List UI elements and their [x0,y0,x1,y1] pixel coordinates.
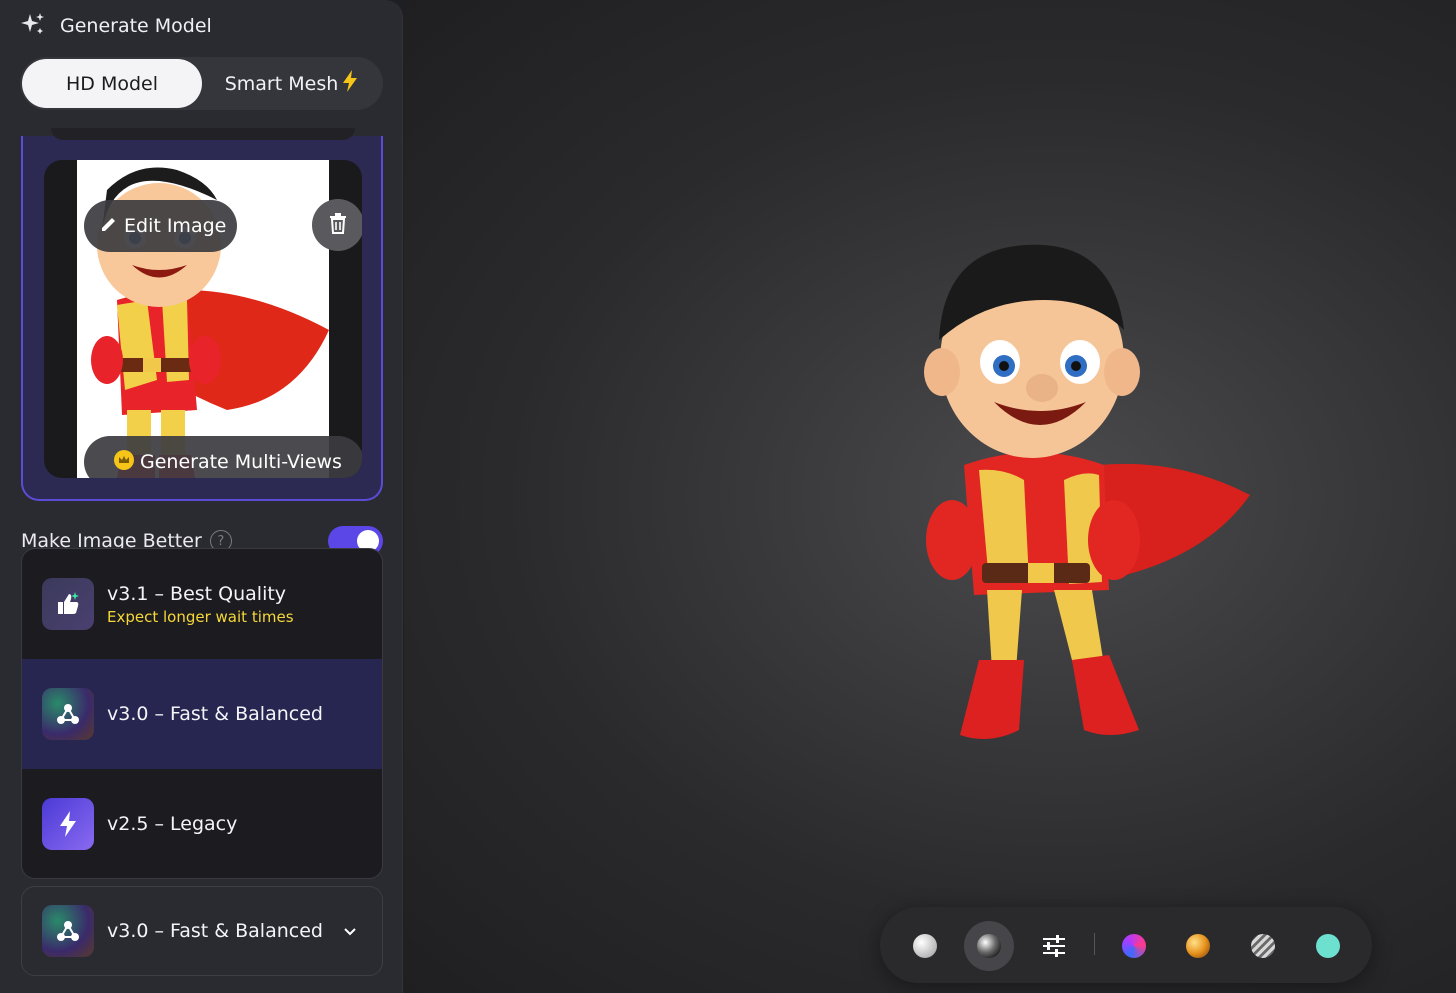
edit-image-button[interactable]: Edit Image [84,200,237,252]
scrolled-element-edge [51,128,355,140]
menu-item-subtitle: Expect longer wait times [107,607,294,626]
tab-hd-model-label: HD Model [65,72,158,95]
generate-multiviews-label: Generate Multi-Views [140,451,342,473]
thumbs-up-icon [42,578,94,630]
delete-image-button[interactable] [312,199,362,251]
sparkle-icon [20,11,46,42]
model-viewport[interactable] [404,0,1456,993]
orange-sphere[interactable] [1173,921,1223,971]
menu-item-title: v3.0 – Fast & Balanced [107,703,323,725]
panel-header: Generate Model [20,12,212,40]
menu-item-title: v2.5 – Legacy [107,813,238,835]
crown-icon [114,449,134,475]
generate-multiviews-button[interactable]: Generate Multi-Views [84,436,362,478]
white-matte-sphere[interactable] [900,921,950,971]
tab-smart-mesh-label: Smart Mesh [224,72,339,95]
menu-item-v31[interactable]: v3.1 – Best Quality Expect longer wait t… [22,549,382,659]
toolbar-divider [1094,933,1095,955]
pencil-icon [100,215,118,238]
sliders-icon[interactable] [1029,921,1079,971]
tab-hd-model[interactable]: HD Model [22,59,202,108]
lightning-icon [342,70,358,97]
menu-item-v30[interactable]: v3.0 – Fast & Balanced [22,659,382,769]
trash-icon [328,212,348,238]
menu-item-v25[interactable]: v2.5 – Legacy [22,769,382,878]
model-version-select[interactable]: v3.0 – Fast & Balanced [21,886,383,976]
network-icon [42,688,94,740]
select-value: v3.0 – Fast & Balanced [107,920,323,942]
model-version-menu: v3.1 – Best Quality Expect longer wait t… [21,548,383,879]
material-toolbar [880,907,1372,983]
chrome-sphere[interactable] [964,921,1014,971]
generate-panel: Generate Model HD Model Smart Mesh Edit … [0,0,403,993]
tab-smart-mesh[interactable]: Smart Mesh [202,59,381,108]
model-render [924,244,1250,739]
network-icon [42,905,94,957]
mode-tabs: HD Model Smart Mesh [20,57,383,110]
image-preview: Edit Image Generate Multi-Views [44,160,362,478]
menu-item-title: v3.1 – Best Quality [107,582,287,605]
image-upload-card: Edit Image Generate Multi-Views [21,128,383,501]
lightning-icon [42,798,94,850]
gradient-sphere[interactable] [1109,921,1159,971]
gray-sphere[interactable] [1238,921,1288,971]
edit-image-label: Edit Image [124,215,227,237]
chevron-down-icon [342,923,358,943]
panel-title: Generate Model [60,15,212,37]
teal-sphere[interactable] [1303,921,1353,971]
